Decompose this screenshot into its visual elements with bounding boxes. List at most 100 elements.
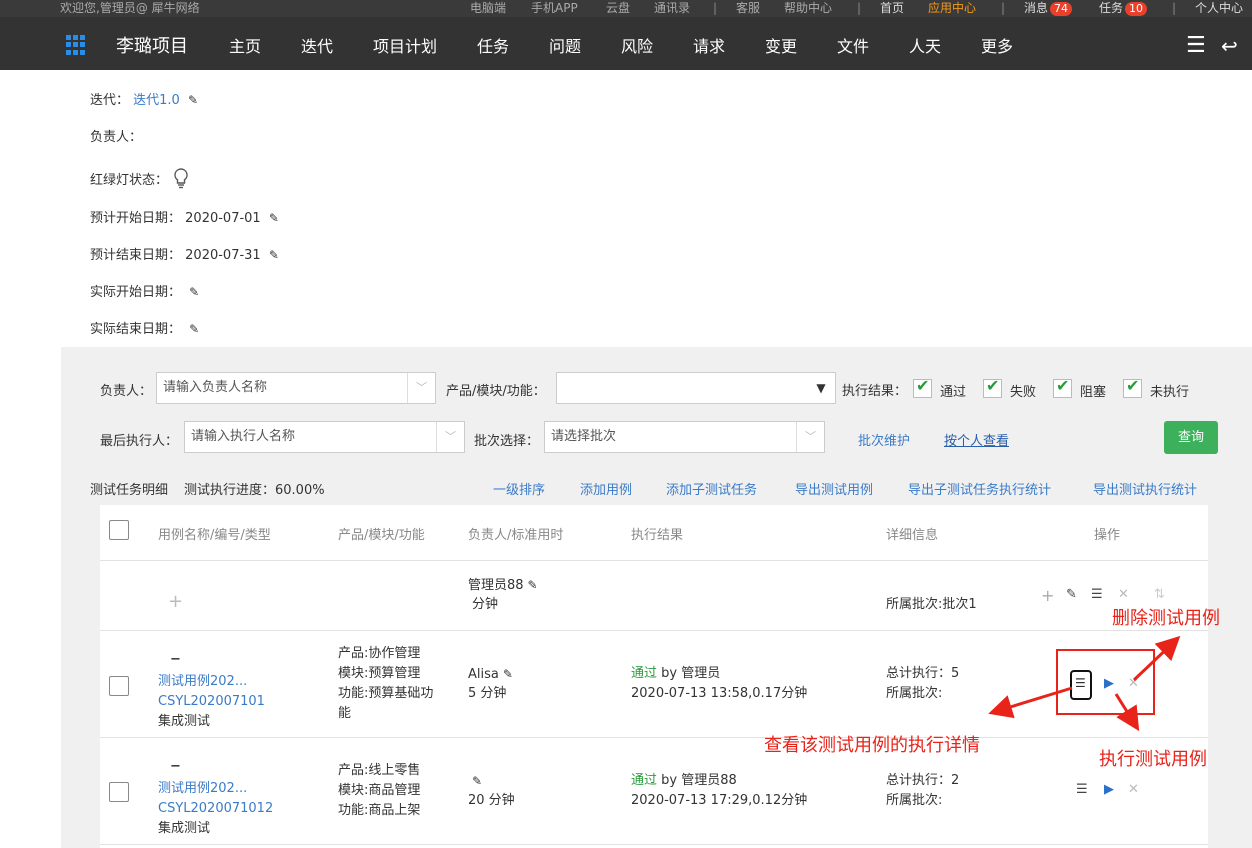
case-name-link[interactable]: 测试用例202... [158, 779, 247, 799]
play-icon[interactable]: ▶ [1104, 782, 1114, 797]
case-name-link[interactable]: 测试用例202... [158, 672, 247, 692]
separator: | [1172, 1, 1177, 15]
expand-plus-icon[interactable]: + [168, 591, 183, 612]
messages-link[interactable]: 消息 74 [1024, 0, 1073, 17]
delete-icon[interactable]: ✕ [1128, 782, 1139, 797]
filter-result-label: 执行结果： [842, 384, 908, 399]
edit-icon[interactable]: ✎ [503, 664, 513, 684]
divider [100, 844, 1208, 845]
batch-select[interactable]: 请选择批次 ﹀ [544, 421, 825, 453]
nav-item-file[interactable]: 文件 [837, 17, 869, 77]
light-label: 红绿灯状态： [90, 173, 169, 188]
close-icon[interactable]: ✕ [1118, 587, 1129, 602]
edit-icon[interactable]: ✎ [528, 575, 538, 595]
select-all-checkbox[interactable] [109, 520, 129, 540]
nav-item-issue[interactable]: 问题 [549, 17, 581, 77]
separator: | [1001, 1, 1006, 15]
actual-end-label: 实际结束日期： [90, 322, 182, 337]
case-type: 集成测试 [158, 821, 211, 836]
case-code-link[interactable]: CSYL2020071012 [158, 799, 273, 819]
add-subtask-link[interactable]: 添加子测试任务 [666, 479, 757, 498]
query-button[interactable]: 查询 [1164, 421, 1218, 454]
chevron-down-icon[interactable]: ﹀ [796, 422, 824, 452]
case-code-link[interactable]: CSYL202007101 [158, 692, 265, 712]
sort-icon[interactable]: ⇅ [1154, 587, 1165, 602]
product-select[interactable]: ▼ [556, 372, 836, 404]
result-fail-checkbox[interactable]: ✔ [983, 376, 1002, 398]
list-icon[interactable]: ☰ [1076, 782, 1088, 797]
tasks-label: 任务 [1099, 1, 1124, 15]
add-case-link[interactable]: 添加用例 [580, 479, 632, 498]
nav-item-home[interactable]: 主页 [229, 17, 261, 77]
sort-link[interactable]: 一级排序 [493, 479, 545, 498]
collapse-minus-icon[interactable]: − [170, 650, 181, 670]
nav-item-more[interactable]: 更多 [981, 17, 1013, 77]
export-cases-link[interactable]: 导出测试用例 [795, 479, 873, 498]
edit-icon[interactable]: ✎ [472, 771, 482, 791]
link-app-center[interactable]: 应用中心 [928, 0, 976, 17]
back-icon[interactable]: ↩ [1221, 17, 1238, 75]
batch-maintain-link[interactable]: 批次维护 [858, 430, 910, 449]
link-pc[interactable]: 电脑端 [470, 0, 506, 17]
header-detail: 详细信息 [886, 528, 939, 543]
by-person-link[interactable]: 按个人查看 [944, 430, 1009, 449]
edit-icon[interactable]: ✎ [269, 248, 279, 262]
row-checkbox[interactable] [109, 782, 129, 802]
chevron-down-icon[interactable]: ﹀ [436, 422, 464, 452]
export-subtask-stats-link[interactable]: 导出子测试任务执行统计 [908, 479, 1051, 498]
owner-label: 负责人： [90, 130, 143, 145]
plan-end-row: 预计结束日期： 2020-07-31 ✎ [90, 244, 279, 263]
list-icon[interactable]: ☰ [1091, 587, 1103, 602]
annotation-delete: 删除测试用例 [1112, 608, 1220, 629]
nav-item-task[interactable]: 任务 [477, 17, 509, 77]
link-help[interactable]: 帮助中心 [784, 0, 832, 17]
nav-item-iteration[interactable]: 迭代 [301, 17, 333, 77]
export-exec-stats-link[interactable]: 导出测试执行统计 [1093, 479, 1197, 498]
messages-label: 消息 [1024, 1, 1049, 15]
case-exec-time: 2020-07-13 13:58,0.17分钟 [631, 686, 808, 701]
case-function-cont: 能 [338, 706, 352, 721]
annotation-highlight-box [1056, 649, 1155, 715]
nav-item-request[interactable]: 请求 [693, 17, 725, 77]
result-pass-checkbox[interactable]: ✔ [913, 376, 932, 398]
result-fail-label: 失败 [1010, 385, 1037, 400]
case-owner: Alisa ✎ [468, 664, 513, 685]
collapse-minus-icon[interactable]: − [170, 757, 181, 777]
link-contacts[interactable]: 通讯录 [654, 0, 690, 17]
nav-item-manday[interactable]: 人天 [909, 17, 941, 77]
menu-icon[interactable]: ☰ [1186, 17, 1206, 75]
case-module: 模块:预算管理 [338, 666, 421, 681]
case-result: 通过 by 管理员88 [631, 771, 737, 791]
nav-item-plan[interactable]: 项目计划 [373, 17, 437, 77]
case-module: 模块:商品管理 [338, 783, 421, 798]
result-notrun-checkbox[interactable]: ✔ [1123, 376, 1142, 398]
group-owner: 管理员88 ✎ [468, 575, 538, 596]
executor-input[interactable]: 请输入执行人名称 ﹀ [184, 421, 465, 453]
nav-item-risk[interactable]: 风险 [621, 17, 653, 77]
edit-icon[interactable]: ✎ [189, 322, 199, 336]
edit-icon[interactable]: ✎ [269, 211, 279, 225]
actual-start-label: 实际开始日期： [90, 285, 182, 300]
chevron-down-icon[interactable]: ﹀ [407, 373, 435, 403]
row-checkbox[interactable] [109, 676, 129, 696]
edit-icon[interactable]: ✎ [188, 93, 198, 107]
tasks-badge: 10 [1125, 2, 1148, 16]
caret-down-icon[interactable]: ▼ [807, 373, 835, 403]
link-home[interactable]: 首页 [880, 0, 904, 17]
link-personal-center[interactable]: 个人中心 [1195, 0, 1243, 17]
apps-grid-icon[interactable] [66, 35, 86, 55]
plan-start-label: 预计开始日期： [90, 211, 182, 226]
owner-input[interactable]: 请输入负责人名称 ﹀ [156, 372, 436, 404]
iteration-link[interactable]: 迭代1.0 [133, 93, 180, 108]
result-blocked-checkbox[interactable]: ✔ [1053, 376, 1072, 398]
edit-icon[interactable]: ✎ [189, 285, 199, 299]
tasks-link[interactable]: 任务 10 [1099, 0, 1148, 17]
link-cloud[interactable]: 云盘 [606, 0, 630, 17]
nav-item-change[interactable]: 变更 [765, 17, 797, 77]
add-icon[interactable]: + [1041, 586, 1054, 605]
divider [100, 630, 1208, 631]
edit-icon[interactable]: ✎ [1066, 587, 1077, 602]
link-mobile-app[interactable]: 手机APP [531, 0, 578, 17]
separator: | [857, 1, 862, 15]
link-service[interactable]: 客服 [736, 0, 760, 17]
